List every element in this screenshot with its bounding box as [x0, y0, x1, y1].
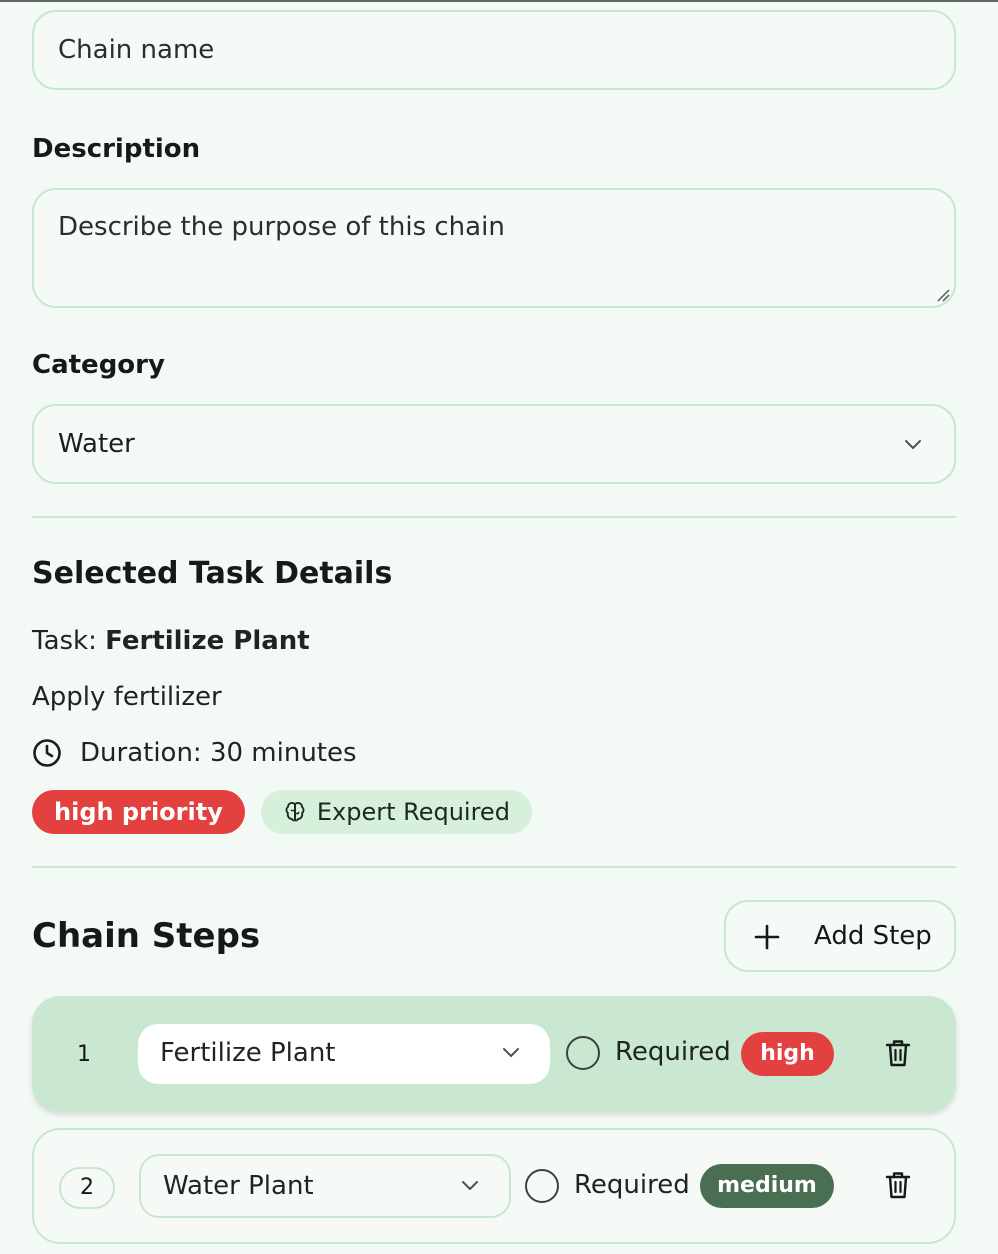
- expert-badge-label: Expert Required: [316, 798, 510, 826]
- category-label: Category: [32, 350, 165, 380]
- task-name-line: Task: Fertilize Plant: [32, 626, 310, 656]
- step-task-select[interactable]: Water Plant: [139, 1154, 511, 1218]
- chain-name-input[interactable]: Chain name: [32, 10, 956, 90]
- priority-badge: high priority: [32, 790, 245, 834]
- step-task-value: Water Plant: [163, 1171, 314, 1201]
- category-select[interactable]: Water: [32, 404, 956, 484]
- plus-icon: [754, 924, 780, 950]
- add-step-button[interactable]: Add Step: [724, 900, 956, 972]
- task-name: Fertilize Plant: [105, 626, 310, 656]
- section-divider: [32, 516, 956, 518]
- step-task-select[interactable]: Fertilize Plant: [138, 1024, 550, 1084]
- chain-name-placeholder: Chain name: [58, 35, 215, 65]
- chevron-down-icon: [462, 1181, 478, 1190]
- task-description: Apply fertilizer: [32, 682, 222, 712]
- resize-handle-icon[interactable]: [936, 288, 950, 302]
- step-number: 1: [77, 1042, 91, 1067]
- task-duration: Duration: 30 minutes: [32, 738, 357, 768]
- chain-step-row[interactable]: 1 Fertilize Plant Required high: [32, 996, 956, 1112]
- step-task-value: Fertilize Plant: [160, 1038, 336, 1068]
- required-radio[interactable]: [566, 1036, 600, 1070]
- expert-badge: Expert Required: [260, 790, 532, 834]
- trash-icon[interactable]: [884, 1170, 912, 1200]
- description-label: Description: [32, 134, 201, 164]
- add-step-label: Add Step: [814, 921, 932, 951]
- clock-icon: [33, 739, 61, 767]
- required-label: Required: [615, 1037, 731, 1067]
- chevron-down-icon: [905, 440, 921, 449]
- brain-icon: [285, 802, 305, 822]
- description-textarea[interactable]: Describe the purpose of this chain: [32, 188, 956, 308]
- required-label: Required: [574, 1170, 690, 1200]
- required-radio[interactable]: [525, 1169, 559, 1203]
- chain-steps-title: Chain Steps: [32, 916, 261, 956]
- category-value: Water: [58, 429, 135, 459]
- trash-icon[interactable]: [884, 1038, 912, 1068]
- step-priority-badge: high: [741, 1032, 834, 1076]
- task-prefix: Task:: [32, 626, 97, 656]
- step-number: 2: [59, 1167, 115, 1209]
- chain-step-row[interactable]: 2 Water Plant Required medium: [32, 1128, 956, 1244]
- chevron-down-icon: [503, 1048, 519, 1057]
- task-details-title: Selected Task Details: [32, 556, 393, 591]
- description-placeholder: Describe the purpose of this chain: [58, 212, 505, 242]
- duration-text: Duration: 30 minutes: [80, 738, 357, 768]
- step-priority-badge: medium: [700, 1164, 834, 1208]
- section-divider: [32, 866, 956, 868]
- task-badges: high priority Expert Required: [32, 790, 532, 834]
